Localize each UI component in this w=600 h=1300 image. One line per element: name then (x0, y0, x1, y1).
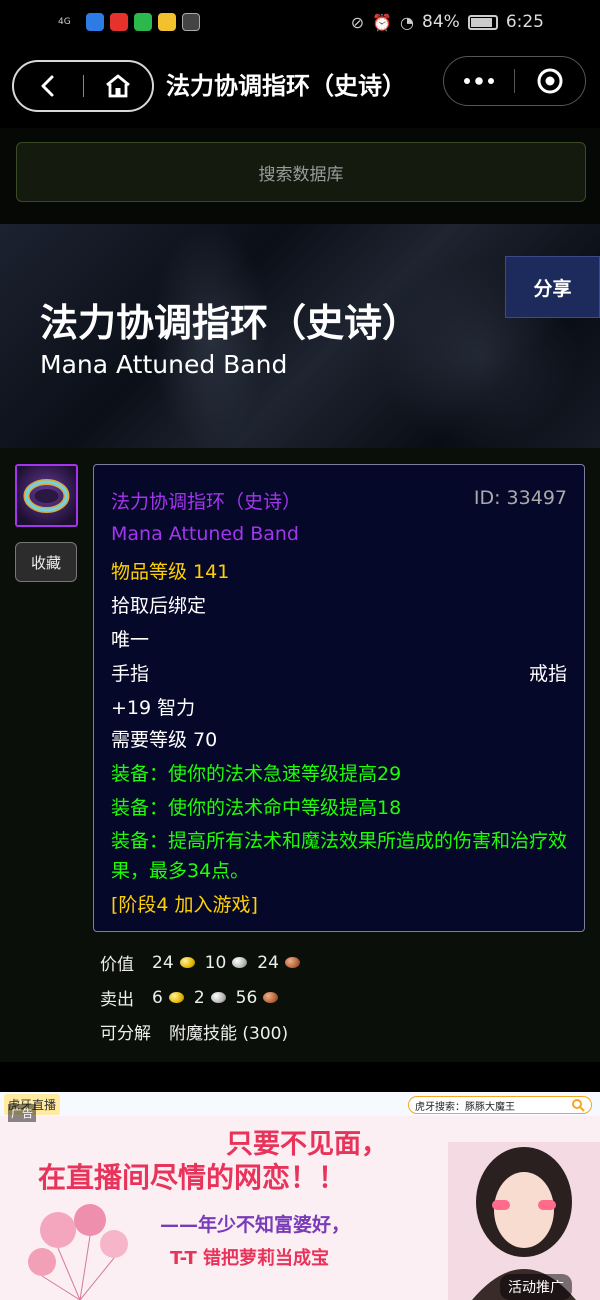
tooltip-item-level: 物品等级 141 (111, 561, 230, 583)
tooltip-english-name: Mana Attuned Band (111, 523, 299, 545)
tooltip-item-id: ID: 33497 (473, 487, 567, 509)
home-icon (105, 74, 130, 98)
more-dots-icon (464, 77, 494, 85)
battery-percent: 84% (422, 12, 460, 32)
search-input[interactable]: 搜索数据库 (16, 142, 586, 202)
sell-label: 卖出 (100, 990, 134, 1010)
value-row: 价值 24 10 24 (100, 950, 304, 975)
silver-coin-icon (232, 957, 248, 968)
network-indicator: 4G (58, 16, 71, 27)
item-detail: 收藏 法力协调指环（史诗） ID: 33497 Mana Attuned Ban… (0, 448, 600, 1062)
search-icon (572, 1099, 585, 1112)
tooltip-item-type: 戒指 (528, 663, 567, 685)
gold-coin-icon (179, 957, 195, 968)
home-button[interactable] (84, 62, 153, 110)
copper-coin-icon (284, 957, 300, 968)
value-copper: 24 (257, 952, 279, 973)
item-ring-icon (15, 464, 78, 527)
app-notification-icon (134, 13, 152, 31)
more-button[interactable] (444, 57, 514, 105)
value-gold: 24 (152, 952, 174, 973)
search-area: 搜索数据库 (0, 128, 600, 224)
disenchant-label: 可分解 (100, 1024, 151, 1044)
tooltip-equip-effect[interactable]: 装备：使你的法术命中等级提高18 (111, 793, 401, 820)
item-tooltip: 法力协调指环（史诗） ID: 33497 Mana Attuned Band 物… (93, 464, 585, 932)
app-notification-icon (110, 13, 128, 31)
ad-tagline: T-T 错把萝莉当成宝 (170, 1248, 330, 1269)
sell-row: 卖出 6 2 56 (100, 985, 282, 1010)
chevron-left-icon (41, 75, 54, 97)
copper-coin-icon (263, 992, 279, 1003)
ad-promo-label[interactable]: 活动推广 (500, 1274, 572, 1300)
sell-copper: 56 (235, 987, 258, 1008)
nav-pill (12, 60, 154, 112)
ad-tag: 广告 (8, 1104, 36, 1122)
speed-icon: ◔ (400, 12, 415, 32)
disenchant-value[interactable]: 附魔技能 (300) (169, 1019, 288, 1044)
heart-balloons-illustration (28, 1204, 128, 1300)
disenchant-row: 可分解 附魔技能 (300) (100, 1019, 288, 1044)
value-label: 价值 (100, 955, 134, 975)
value-silver: 10 (204, 952, 227, 973)
silver-coin-icon (210, 992, 226, 1003)
mini-program-capsule (443, 56, 586, 106)
alarm-icon: ⏰ (372, 12, 393, 32)
ad-banner[interactable]: 虎牙直播 广告 虎牙搜索：豚豚大魔王 只要不见面， 在直播间尽情的网恋！！ ——… (0, 1092, 600, 1300)
ad-search-text: 虎牙搜索：豚豚大魔王 (415, 1101, 515, 1113)
app-notification-icon (86, 13, 104, 31)
banner-title: 法力协调指环（史诗） (40, 301, 421, 345)
status-bar-left: 4G (58, 13, 200, 31)
share-button[interactable]: 分享 (505, 256, 600, 318)
app-notification-icon (182, 13, 200, 31)
tooltip-item-name: 法力协调指环（史诗） (111, 491, 302, 513)
target-icon (537, 68, 563, 94)
gold-coin-icon (168, 992, 184, 1003)
tooltip-stat: +19 智力 (111, 697, 196, 719)
ad-search-box: 虎牙搜索：豚豚大魔王 (408, 1096, 592, 1114)
tooltip-required-level: 需要等级 70 (111, 729, 218, 751)
mute-icon: ⊘ (350, 12, 365, 32)
tooltip-equip-effect[interactable]: 装备：提高所有法术和魔法效果所造成的伤害和治疗效果，最多34点。 (111, 826, 571, 886)
tooltip-equip-effect[interactable]: 装备：使你的法术急速等级提高29 (111, 759, 401, 786)
tooltip-slot: 手指 (111, 663, 150, 685)
close-mini-program-button[interactable] (515, 57, 585, 105)
ad-tagline: ——年少不知富婆好， (160, 1214, 351, 1236)
banner-subtitle: Mana Attuned Band (40, 350, 288, 379)
item-banner: 法力协调指环（史诗） Mana Attuned Band 分享 (0, 224, 600, 448)
sell-gold: 6 (152, 987, 163, 1008)
sell-silver: 2 (193, 987, 205, 1008)
tooltip-bind-type: 拾取后绑定 (111, 595, 207, 617)
app-notification-icon (158, 13, 176, 31)
ad-headline: 在直播间尽情的网恋！！ (38, 1161, 347, 1194)
battery-icon (467, 14, 498, 30)
tooltip-unique: 唯一 (111, 629, 150, 651)
tooltip-phase: [阶段4 加入游戏] (111, 894, 258, 916)
page-title: 法力协调指环（史诗） (166, 72, 406, 100)
favorite-button[interactable]: 收藏 (15, 542, 77, 582)
clock: 6:25 (505, 12, 544, 32)
status-bar-right: ⊘ ⏰ ◔ 84% 6:25 (351, 12, 544, 32)
nav-bar: 法力协调指环（史诗） (0, 44, 600, 128)
status-bar: 4G ⊘ ⏰ ◔ 84% 6:25 (0, 0, 600, 44)
back-button[interactable] (14, 62, 83, 110)
